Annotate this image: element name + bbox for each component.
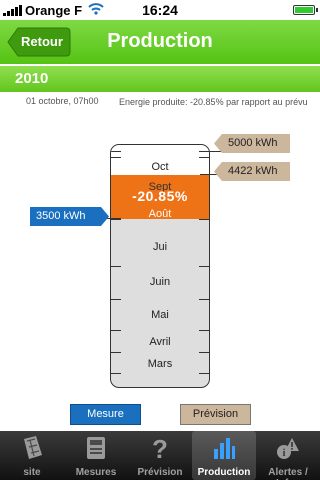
target-callout: 5000 kWh <box>214 134 290 153</box>
gauge-tick <box>199 330 209 331</box>
gauge-tick <box>199 352 209 353</box>
forecast-value: 4422 kWh <box>228 165 278 177</box>
question-mark-icon: ? <box>152 435 168 461</box>
production-gauge: Oct Sept -20.85% Août Jui Juin Mai Avril… <box>110 144 210 388</box>
month-label-mai: Mai <box>151 309 169 321</box>
meter-icon <box>87 437 105 459</box>
tab-label: Prévision <box>137 467 183 478</box>
tab-label: site <box>23 467 41 478</box>
navigation-bar: Retour Production <box>0 20 320 64</box>
year-label: 2010 <box>15 70 49 87</box>
gauge-tick <box>111 266 121 267</box>
tab-alertes-infos[interactable]: i Alertes / Infos <box>256 431 320 480</box>
callout-pointer <box>101 207 109 226</box>
tab-prevision[interactable]: ? Prévision <box>128 431 192 480</box>
measured-value: 3500 kWh <box>36 210 86 222</box>
gauge-percent-label: -20.85% <box>132 188 188 204</box>
gauge-tick <box>111 352 121 353</box>
target-value: 5000 kWh <box>228 137 278 149</box>
page-title: Production <box>107 30 213 52</box>
bar-chart-icon <box>214 438 235 459</box>
month-label-mars: Mars <box>147 358 173 370</box>
tab-mesures[interactable]: Mesures <box>64 431 128 480</box>
svg-text:?: ? <box>152 435 168 461</box>
tab-site[interactable]: site <box>0 431 64 480</box>
gauge-tick <box>111 157 121 158</box>
month-label-oct: Oct <box>151 161 169 173</box>
tab-label: Production <box>197 467 251 478</box>
clock: 16:24 <box>142 2 178 18</box>
gauge-tick <box>111 151 121 152</box>
gauge-tick <box>199 299 209 300</box>
callout-pointer <box>214 162 222 181</box>
year-header: 2010 <box>0 66 320 92</box>
gauge-tick <box>199 266 209 267</box>
gauge-tick <box>111 330 121 331</box>
tab-bar: site Mesures ? Prévision Production i Al… <box>0 431 320 480</box>
gauge-tick <box>111 299 121 300</box>
callout-pointer <box>214 134 222 153</box>
screen: Orange F 16:24 Retour Production 2010 01… <box>0 0 320 480</box>
month-label-juin: Juin <box>149 276 171 288</box>
gauge-tick <box>111 373 121 374</box>
legend-mesure: Mesure <box>70 404 141 425</box>
alert-info-icon: i <box>277 438 299 459</box>
solar-panel-icon <box>24 436 42 459</box>
tab-label: Mesures <box>75 467 117 478</box>
svg-text:i: i <box>283 448 286 459</box>
measured-callout: 3500 kWh <box>30 207 109 226</box>
gauge-tick <box>199 157 209 158</box>
energy-summary: Energie produite: -20.85% par rapport au… <box>119 97 308 107</box>
month-label-jui: Jui <box>152 241 168 253</box>
status-bar: Orange F 16:24 <box>0 0 320 20</box>
legend-prevision: Prévision <box>180 404 251 425</box>
battery-icon <box>293 5 318 15</box>
forecast-callout: 4422 kWh <box>214 162 290 181</box>
tab-production[interactable]: Production <box>192 431 256 480</box>
reading-date: 01 octobre, 07h00 <box>26 96 99 106</box>
month-label-aout: Août <box>148 208 172 220</box>
month-label-avril: Avril <box>149 336 171 348</box>
gauge-tick <box>199 373 209 374</box>
tab-label: Alertes / Infos <box>268 467 308 480</box>
